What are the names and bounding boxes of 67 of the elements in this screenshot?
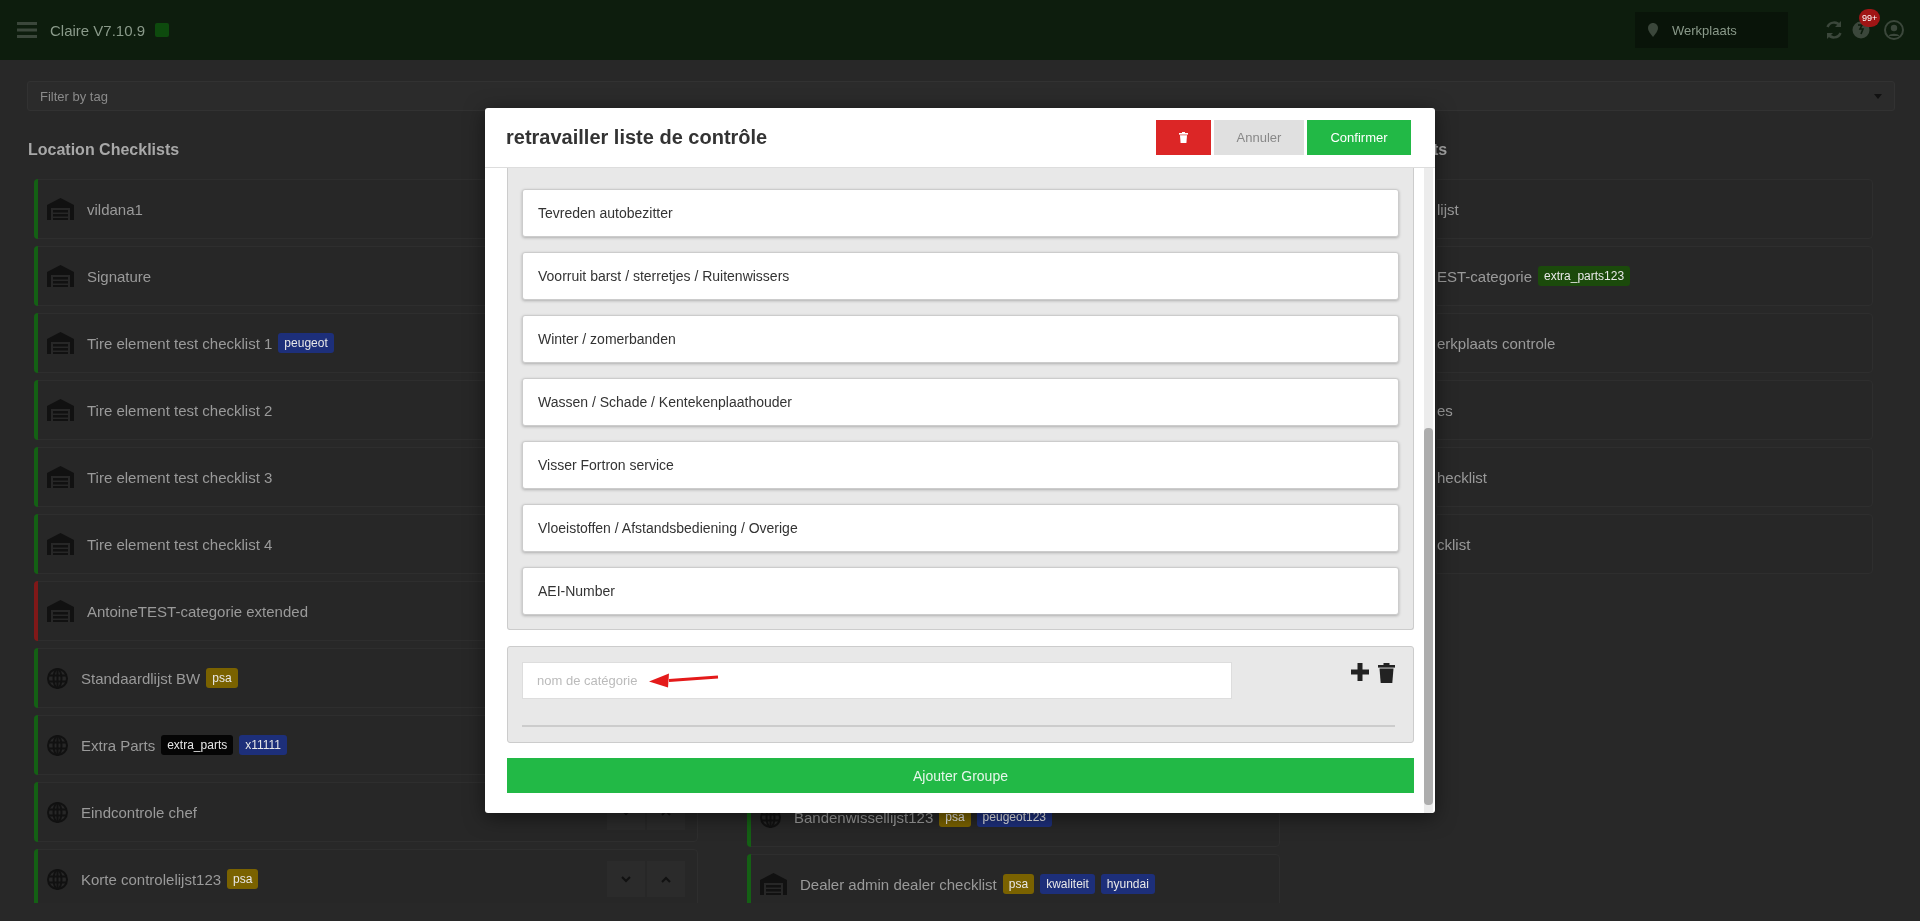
checklist-row[interactable]: es [1436, 380, 1873, 440]
tag: x11111 [239, 735, 288, 755]
checklist-name: vildana1 [87, 200, 143, 218]
sync-icon[interactable] [1824, 20, 1844, 40]
move-up-button[interactable] [647, 861, 685, 897]
checklist-row[interactable]: hecklist [1436, 447, 1873, 507]
menu-icon[interactable] [17, 22, 37, 38]
column-heading: Location Checklists [28, 140, 181, 160]
chevron-down-icon [621, 875, 631, 883]
checklist-name: es [1437, 401, 1453, 419]
tag: extra_parts [161, 735, 234, 755]
category-item[interactable]: Visser Fortron service [522, 441, 1399, 489]
notification-badge: 99+ [1859, 9, 1881, 27]
checklist-name: Tire element test checklist 2 [87, 401, 273, 419]
pointer-arrow [649, 672, 719, 688]
category-item[interactable]: Tevreden autobezitter [522, 189, 1399, 237]
checklist-name: Tire element test checklist 1 [87, 334, 273, 352]
tag: hyundai [1100, 874, 1155, 894]
status-icon [155, 23, 170, 37]
checklist-name: Dealer admin dealer checklist [800, 875, 997, 893]
checklist-name: Tire element test checklist 4 [87, 535, 273, 553]
checklist-row[interactable]: EST-categorie extra_parts123 [1436, 246, 1873, 306]
plus-icon[interactable] [1351, 663, 1369, 681]
user-icon[interactable] [1884, 20, 1904, 40]
checklist-name: erkplaats controle [1437, 334, 1556, 352]
checklist-row[interactable]: lijst [1436, 179, 1873, 239]
tag: peugeot [278, 333, 334, 353]
category-item[interactable]: Voorruit barst / sterretjes / Ruitenwissers [522, 252, 1399, 300]
checklist-name: AntoineTEST-categorie extended [87, 602, 308, 620]
checklist-name: Standaardlijst BW [81, 669, 201, 687]
dialog-title: retravailler liste de contrôle [506, 126, 768, 149]
category-item[interactable]: Vloeistoffen / Afstandsbediening / Overige [522, 504, 1399, 552]
delete-button[interactable] [1156, 120, 1211, 155]
move-down-button[interactable] [607, 861, 645, 897]
checklist-row[interactable]: Korte controlelijst123 psa [34, 849, 698, 903]
checklist-name: cklist [1437, 535, 1471, 553]
caret-icon [1874, 93, 1882, 99]
checklist-name: Bandenwissellijst123 [794, 808, 934, 826]
pin-icon [1648, 23, 1658, 37]
checklist-name: Korte controlelijst123 [81, 870, 222, 888]
tag-filter-dropdown[interactable]: Filter by tag [27, 81, 1895, 111]
checklist-name: lijst [1437, 200, 1459, 218]
checklist-row[interactable]: erkplaats controle [1436, 313, 1873, 373]
checklist-name: Signature [87, 267, 152, 285]
checklist-name: Tire element test checklist 3 [87, 468, 273, 486]
tag: psa [206, 668, 238, 688]
chevron-up-icon [661, 875, 671, 883]
checklist-row[interactable]: cklist [1436, 514, 1873, 574]
category-item[interactable]: AEI-Number [522, 567, 1399, 615]
scrollbar-thumb[interactable] [1424, 428, 1433, 805]
checklist-name: Eindcontrole chef [81, 803, 197, 821]
tag: extra_parts123 [1538, 266, 1631, 286]
category-name-field[interactable]: nom de catégorie [522, 662, 1232, 699]
cancel-button[interactable]: Annuler [1214, 120, 1304, 155]
location-field[interactable]: Werkplaats [1635, 12, 1788, 48]
trash-icon [1179, 132, 1188, 143]
category-item[interactable]: Wassen / Schade / Kentekenplaathouder [522, 378, 1399, 426]
category-item[interactable]: Winter / zomerbanden [522, 315, 1399, 363]
checklist-name: hecklist [1437, 468, 1488, 486]
checklist-row[interactable]: Dealer admin dealer checklist psa kwaliteit hyundai [747, 854, 1280, 903]
trash-icon[interactable] [1378, 663, 1395, 683]
checklist-name: EST-categorie [1437, 267, 1533, 285]
tag: kwaliteit [1040, 874, 1095, 894]
tag: psa [1002, 874, 1035, 894]
checklist-name: Extra Parts [81, 736, 156, 754]
app-title: Claire V7.10.9 [50, 21, 146, 39]
tag: psa [227, 869, 259, 889]
